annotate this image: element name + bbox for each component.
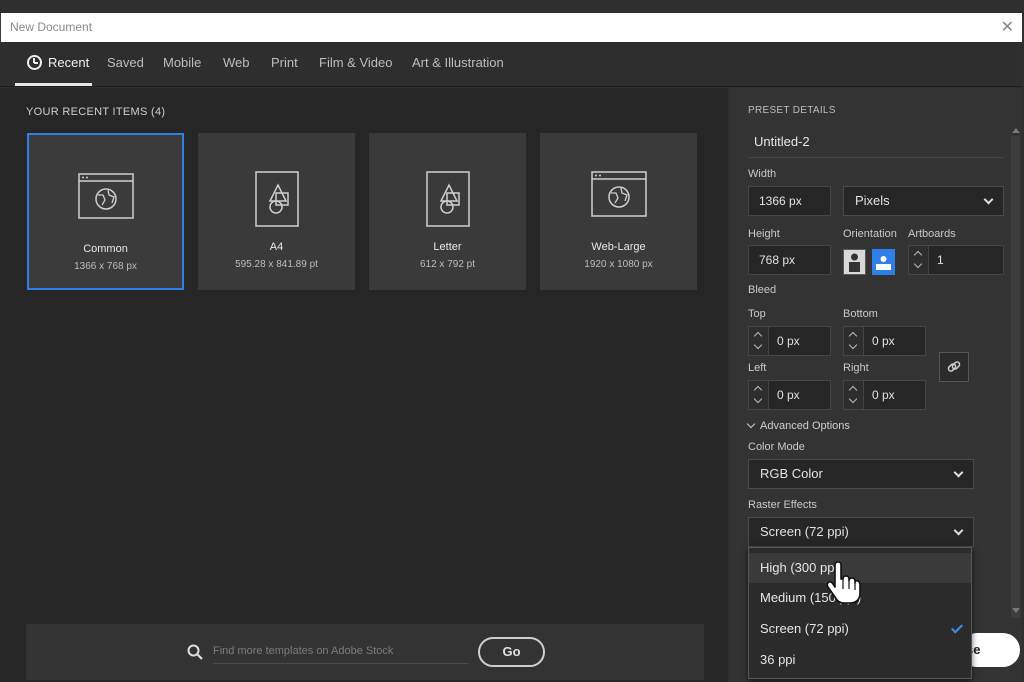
chevron-down-icon	[983, 194, 994, 205]
preset-card-web-large[interactable]: Web-Large 1920 x 1080 px	[540, 133, 697, 290]
bleed-top-label: Top	[748, 308, 766, 320]
clock-icon	[27, 55, 42, 70]
stepper-arrows[interactable]	[909, 246, 929, 274]
chevron-down-icon	[953, 467, 964, 478]
preset-details-heading: PRESET DETAILS	[748, 105, 836, 116]
chevron-down-icon	[953, 525, 964, 536]
search-icon	[187, 644, 203, 665]
web-globe-icon	[590, 171, 647, 222]
go-button[interactable]: Go	[478, 637, 545, 667]
landscape-orientation-button[interactable]	[872, 249, 895, 275]
menu-item-screen-label: Screen (72 ppi)	[760, 621, 849, 636]
artboards-stepper[interactable]: 1	[908, 245, 1004, 275]
bleed-top-stepper[interactable]: 0 px	[748, 326, 831, 356]
bleed-bottom-stepper[interactable]: 0 px	[843, 326, 926, 356]
recent-heading-text: YOUR RECENT ITEMS	[26, 106, 148, 118]
landscape-icon	[876, 256, 891, 270]
bleed-bottom-value: 0 px	[872, 334, 895, 348]
height-input[interactable]: 768 px	[748, 245, 831, 275]
card-dimensions: 612 x 792 pt	[419, 259, 476, 270]
bleed-top-value: 0 px	[777, 334, 800, 348]
card-name: Common	[83, 243, 128, 255]
bleed-left-stepper[interactable]: 0 px	[748, 380, 831, 410]
chevron-down-icon	[746, 419, 756, 429]
preset-card-common[interactable]: Common 1366 x 768 px	[27, 133, 184, 290]
width-input[interactable]: 1366 px	[748, 186, 831, 216]
close-icon[interactable]: ✕	[1001, 17, 1014, 37]
print-doc-icon	[425, 171, 471, 232]
title-bar: New Document ✕	[0, 13, 1022, 42]
artboards-value: 1	[937, 253, 944, 267]
stepper-arrows[interactable]	[749, 381, 769, 409]
height-label: Height	[748, 228, 780, 240]
bleed-bottom-label: Bottom	[843, 308, 878, 320]
color-mode-label: Color Mode	[748, 441, 805, 453]
artboards-label: Artboards	[908, 228, 956, 240]
card-dimensions: 1366 x 768 px	[74, 261, 137, 272]
menu-item-screen[interactable]: Screen (72 ppi)	[749, 614, 971, 644]
recent-count: (4)	[151, 106, 166, 118]
portrait-orientation-button[interactable]	[843, 249, 866, 275]
category-tabs: Recent Saved Mobile Web Print Film & Vid…	[0, 42, 1022, 87]
document-name-field[interactable]: Untitled-2	[748, 128, 1004, 158]
raster-effects-dropdown[interactable]: Screen (72 ppi)	[748, 517, 974, 547]
bleed-left-label: Left	[748, 362, 767, 374]
panel-scrollbar[interactable]	[1011, 136, 1020, 618]
advanced-options-label: Advanced Options	[760, 420, 850, 432]
stock-search-input[interactable]	[213, 638, 468, 664]
checkmark-icon	[950, 621, 964, 634]
tab-saved[interactable]: Saved	[107, 55, 144, 70]
print-doc-icon	[254, 171, 300, 232]
tab-web[interactable]: Web	[223, 55, 250, 70]
bleed-right-stepper[interactable]: 0 px	[843, 380, 926, 410]
preset-card-letter[interactable]: Letter 612 x 792 pt	[369, 133, 526, 290]
orientation-label: Orientation	[843, 228, 897, 240]
units-dropdown[interactable]: Pixels	[843, 186, 1004, 216]
recent-items-heading: YOUR RECENT ITEMS (4)	[26, 106, 165, 118]
tab-recent[interactable]: Recent	[27, 55, 89, 70]
color-mode-value: RGB Color	[760, 466, 823, 481]
recent-items-area: YOUR RECENT ITEMS (4) Common 1366 x 768 …	[0, 88, 728, 682]
stepper-arrows[interactable]	[749, 327, 769, 355]
scroll-down-arrow[interactable]	[1012, 608, 1020, 613]
web-globe-icon	[77, 173, 134, 224]
stock-search-bar: Go	[26, 624, 704, 680]
tab-mobile[interactable]: Mobile	[163, 55, 201, 70]
hand-pointer-cursor-icon	[825, 561, 861, 610]
menu-item-36ppi[interactable]: 36 ppi	[749, 645, 971, 675]
card-dimensions: 595.28 x 841.89 pt	[235, 259, 318, 270]
units-value: Pixels	[855, 193, 890, 208]
tab-film-video[interactable]: Film & Video	[319, 55, 392, 70]
stepper-arrows[interactable]	[844, 381, 864, 409]
window-title: New Document	[10, 20, 93, 34]
link-bleed-button[interactable]	[939, 352, 969, 382]
raster-effects-label: Raster Effects	[748, 499, 817, 511]
tab-print[interactable]: Print	[271, 55, 298, 70]
bleed-label: Bleed	[748, 284, 777, 296]
link-icon	[947, 361, 961, 372]
bleed-left-value: 0 px	[777, 388, 800, 402]
tab-art-illustration[interactable]: Art & Illustration	[412, 55, 504, 70]
bleed-right-value: 0 px	[872, 388, 895, 402]
raster-effects-value: Screen (72 ppi)	[760, 524, 849, 539]
dialog-window: New Document ✕ Recent Saved Mobile Web P…	[0, 0, 1024, 682]
advanced-options-toggle[interactable]: Advanced Options	[746, 419, 850, 432]
stepper-arrows[interactable]	[844, 327, 864, 355]
card-name: A4	[269, 241, 284, 253]
width-label: Width	[748, 168, 777, 180]
portrait-icon	[849, 253, 860, 272]
card-dimensions: 1920 x 1080 px	[584, 259, 653, 270]
bleed-right-label: Right	[843, 362, 869, 374]
tab-recent-label: Recent	[48, 55, 90, 70]
card-name: Web-Large	[591, 241, 646, 253]
preset-card-a4[interactable]: A4 595.28 x 841.89 pt	[198, 133, 355, 290]
active-tab-indicator	[15, 83, 92, 86]
scroll-up-arrow[interactable]	[1012, 128, 1020, 133]
card-name: Letter	[433, 241, 462, 253]
color-mode-dropdown[interactable]: RGB Color	[748, 459, 974, 489]
